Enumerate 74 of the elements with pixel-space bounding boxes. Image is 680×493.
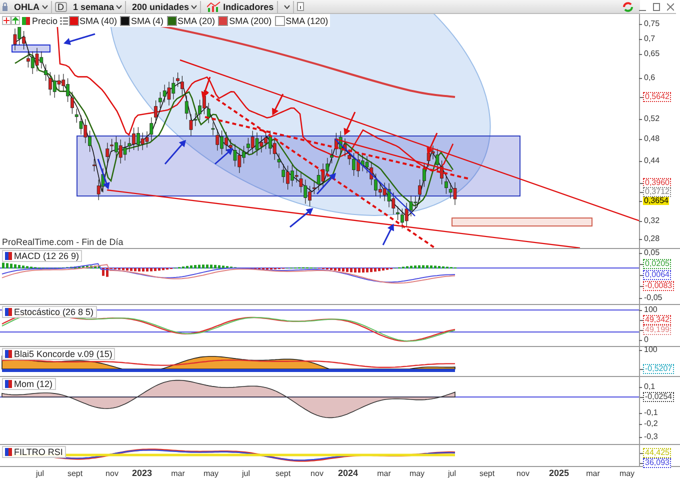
indicator-swatch-icon: [5, 448, 12, 456]
annotation-arrow: [201, 76, 211, 98]
annotation-arrow: [214, 148, 234, 165]
indicator-label[interactable]: Blai5 Koncorde v.09 (15): [2, 348, 116, 360]
maximize-button[interactable]: [651, 0, 662, 12]
crosshair-icon[interactable]: [2, 16, 11, 25]
annotation-arrow: [272, 94, 284, 116]
annotation-arrow: [64, 33, 96, 45]
time-axis-label: may: [409, 469, 425, 478]
tree-icon[interactable]: [11, 16, 20, 25]
axis-label: 44,425: [643, 448, 672, 458]
time-axis-label: mar: [586, 469, 600, 478]
indicators-button[interactable]: Indicadores: [204, 0, 278, 12]
indicator-label[interactable]: Estocástico (26 8 5): [2, 306, 97, 318]
time-axis-label: nov: [106, 469, 118, 478]
close-button[interactable]: [665, 0, 676, 12]
rectangle-shape: [12, 44, 50, 52]
axis-label: -0,0083: [643, 281, 674, 291]
time-axis-label: sept: [479, 469, 495, 478]
time-axis-label: jul: [448, 469, 456, 478]
indicator-swatch-icon: [5, 380, 12, 388]
indicator-label[interactable]: Mom (12): [2, 378, 56, 390]
axis-label: -0,0254: [643, 392, 674, 402]
list-icon[interactable]: [60, 16, 68, 24]
axis-label: 49,342: [643, 315, 672, 325]
axis-label: 49,199: [643, 325, 672, 335]
axis-label: -0,5207: [643, 364, 674, 374]
lock-icon[interactable]: [2, 2, 8, 12]
axis-label: 0,0205: [643, 259, 672, 269]
time-axis-label: jul: [242, 469, 250, 478]
indicator-swatch-icon: [5, 252, 12, 260]
annotation-arrow: [382, 224, 394, 246]
mode-button[interactable]: D: [54, 2, 67, 12]
indicator-label[interactable]: FILTRO RSI: [2, 446, 66, 458]
info-icon[interactable]: [296, 2, 304, 11]
maximize-icon: [653, 2, 660, 10]
axis-label: 0,3712: [643, 187, 672, 197]
candlestick: [92, 158, 96, 172]
time-axis-label: jul: [36, 469, 44, 478]
axis-label: 36,093: [643, 458, 672, 468]
close-icon: [667, 2, 674, 10]
time-axis-label: sept: [275, 469, 291, 478]
period-dropdown[interactable]: 1 semana: [70, 0, 126, 12]
time-axis-label: mar: [377, 469, 391, 478]
time-axis-label: may: [619, 469, 635, 478]
annotation-arrow: [164, 140, 186, 164]
indicator-swatch-icon: [5, 350, 12, 358]
indicator-swatch-icon: [5, 308, 12, 316]
time-axis-label: nov: [310, 469, 324, 478]
indicator-label[interactable]: MACD (12 26 9): [2, 250, 82, 262]
caret-icon: [42, 4, 48, 8]
caret-icon: [284, 4, 290, 8]
symbol-dropdown[interactable]: OHLA: [11, 0, 52, 12]
time-axis-label: 2023: [132, 468, 152, 478]
time-axis-label: 2025: [548, 468, 570, 478]
annotation-arrow: [344, 112, 356, 136]
axis-label: 0,5642: [643, 92, 672, 102]
units-dropdown[interactable]: 200 unidades: [129, 0, 202, 12]
source-label: ProRealTime.com - Fin de Día: [2, 237, 124, 247]
annotation-arrow: [316, 172, 336, 194]
caret-icon: [116, 4, 122, 8]
axis-label: 0,0064: [643, 270, 672, 280]
axis-label: 0,3960: [643, 178, 672, 188]
time-axis-label: mar: [171, 469, 185, 478]
time-axis-label: nov: [516, 469, 530, 478]
caret-icon: [191, 4, 198, 8]
refresh-icon[interactable]: [622, 0, 634, 12]
time-axis-label: sept: [67, 469, 83, 478]
annotation-arrow: [426, 132, 438, 154]
chart-icon: [207, 1, 222, 12]
time-axis-label: may: [203, 469, 219, 478]
annotation-arrow: [97, 158, 110, 190]
annotation-arrow: [290, 208, 314, 228]
time-axis-label: 2024: [338, 468, 358, 478]
